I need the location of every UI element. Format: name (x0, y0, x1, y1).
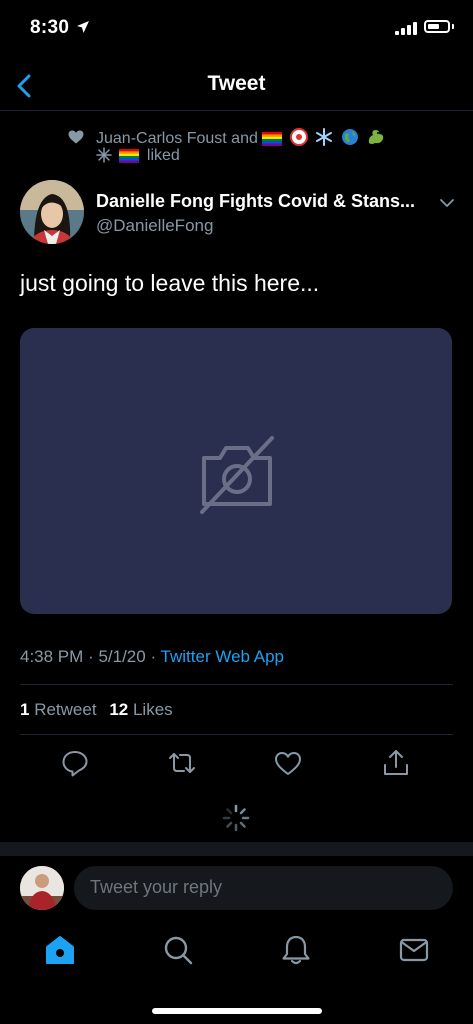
status-time: 8:30 (30, 17, 70, 38)
rainbow-flag-icon (119, 149, 140, 163)
home-icon[interactable] (43, 933, 77, 967)
tweet-text: just going to leave this here... (20, 270, 320, 296)
snowflake-icon (316, 128, 333, 146)
like-count-link[interactable]: 12 Likes (109, 700, 172, 719)
social-context-names: Juan-Carlos Foust and (96, 130, 258, 147)
retweet-icon[interactable] (167, 748, 197, 778)
battery-tip (452, 24, 454, 29)
home-indicator[interactable] (152, 1008, 322, 1014)
tweet-source-app-link[interactable]: Twitter Web App (161, 647, 284, 666)
divider (20, 684, 453, 685)
notifications-icon[interactable] (279, 933, 313, 967)
heart-icon (68, 130, 84, 144)
liked-label: liked (146, 147, 180, 164)
location-arrow-icon (77, 21, 89, 33)
user-avatar-image (20, 866, 64, 910)
meta-separator: · (88, 647, 94, 666)
reply-icon[interactable] (60, 748, 90, 778)
meta-separator: · (150, 647, 157, 666)
author-display-name[interactable]: Danielle Fong Fights Covid & Stans... (96, 191, 426, 212)
tweet-time: 4:38 PM (20, 647, 84, 666)
divider (20, 734, 453, 735)
globe-icon (341, 129, 358, 145)
retweet-count-link[interactable]: 1 Retweet (20, 700, 97, 719)
sparkle-icon (96, 147, 112, 163)
reply-input[interactable]: Tweet your reply (74, 866, 453, 910)
social-context-line-2: liked (96, 147, 180, 165)
section-divider (0, 842, 473, 856)
tweet-date: 5/1/20 (98, 647, 146, 666)
chevron-down-icon[interactable] (439, 198, 455, 208)
messages-icon[interactable] (397, 933, 431, 967)
author-handle[interactable]: @DanielleFong (96, 216, 213, 236)
search-icon[interactable] (161, 933, 195, 967)
tweet-meta: 4:38 PM · 5/1/20 · Twitter Web App (20, 647, 284, 667)
like-icon[interactable] (273, 748, 303, 778)
share-icon[interactable] (381, 748, 411, 778)
retweet-count: 1 (20, 700, 30, 719)
battery-icon (424, 20, 450, 33)
avatar-image (20, 180, 84, 244)
tweet-stats: 1 Retweet 12 Likes (20, 700, 181, 720)
author-avatar[interactable] (20, 180, 84, 244)
dragon-icon (368, 130, 384, 144)
like-count: 12 (109, 700, 129, 719)
cellular-signal-icon (395, 22, 417, 35)
user-avatar[interactable] (20, 866, 64, 910)
like-label: Likes (132, 700, 173, 719)
camera-off-icon (200, 436, 274, 514)
loading-spinner-icon (222, 804, 250, 832)
rainbow-flag-icon (262, 132, 283, 146)
retweet-label: Retweet (34, 700, 97, 719)
page-title: Tweet (207, 72, 266, 95)
social-context-line[interactable]: Juan-Carlos Foust and (96, 128, 389, 148)
badge-icon (289, 128, 308, 146)
